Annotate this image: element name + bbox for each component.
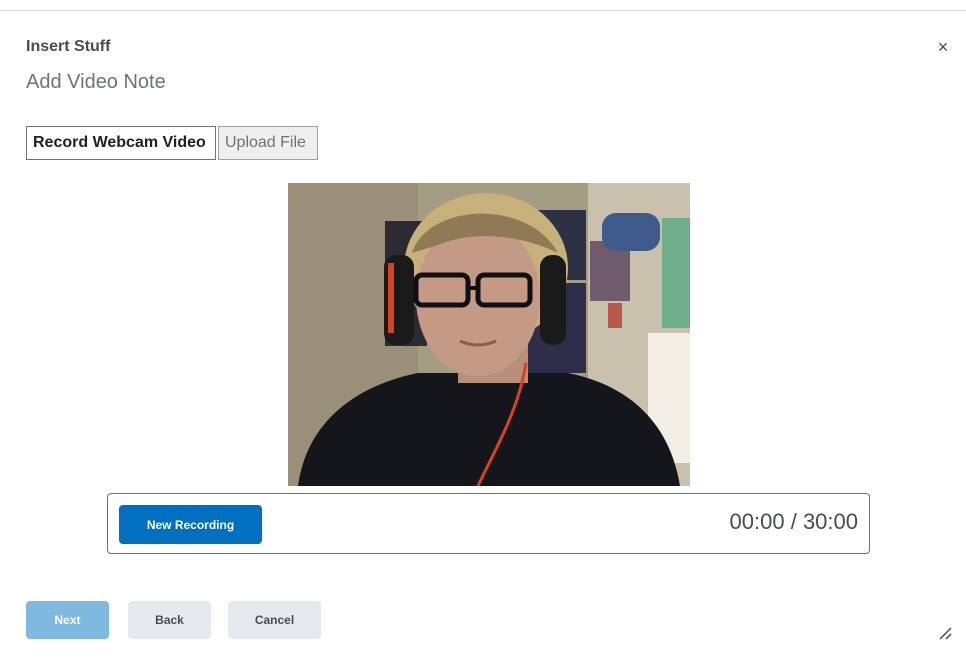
back-button[interactable]: Back [128, 601, 211, 639]
recording-timer: 00:00 / 30:00 [729, 509, 858, 534]
tab-record-webcam-video[interactable]: Record Webcam Video [26, 126, 216, 160]
new-recording-button[interactable]: New Recording [119, 505, 262, 544]
resize-handle-icon[interactable] [938, 626, 952, 640]
close-icon[interactable]: × [934, 38, 952, 56]
recorder-controls: New Recording 00:00 / 30:00 [107, 493, 870, 554]
tab-upload-file[interactable]: Upload File [218, 126, 318, 160]
dialog-title: Insert Stuff [26, 38, 111, 55]
webcam-frame-image [288, 183, 690, 486]
tab-list: Record Webcam Video Upload File [26, 126, 318, 160]
next-button[interactable]: Next [26, 601, 109, 639]
webcam-preview [288, 183, 690, 486]
cancel-button[interactable]: Cancel [228, 601, 321, 639]
top-divider [0, 10, 966, 11]
dialog-subtitle: Add Video Note [26, 71, 166, 93]
